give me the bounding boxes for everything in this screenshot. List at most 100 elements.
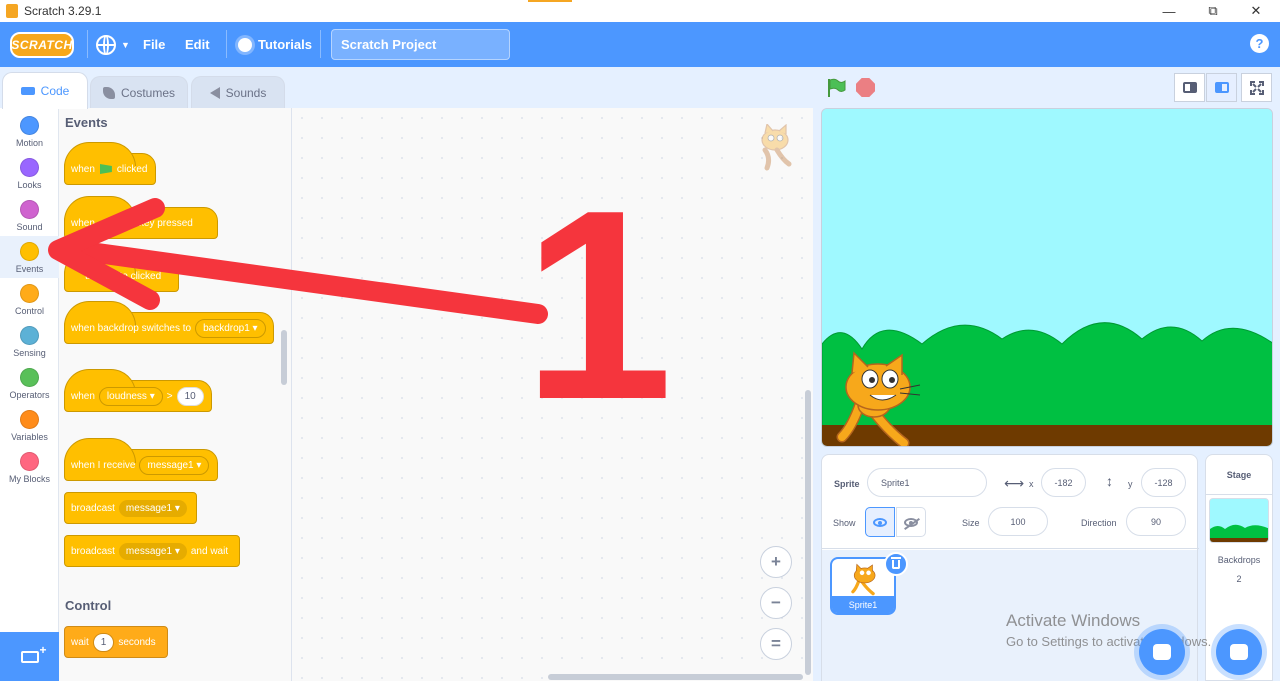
tab-sounds[interactable]: Sounds (191, 76, 285, 108)
blocks-palette: Events when clicked when key pressed thi… (59, 108, 292, 681)
message-dropdown[interactable]: message1 ▾ (118, 542, 187, 560)
palette-scrollbar[interactable] (281, 330, 287, 385)
when-backdrop-switches-block[interactable]: when backdrop switches to backdrop1 ▾ (64, 301, 274, 344)
stage-canvas[interactable] (821, 108, 1273, 447)
help-button[interactable]: ? (1250, 34, 1269, 53)
category-label: My Blocks (8, 474, 50, 484)
sprite-tile[interactable]: Sprite1 (830, 552, 908, 615)
operators-dot-icon (20, 368, 39, 387)
close-button[interactable]: ✕ (1236, 0, 1276, 22)
chevron-down-icon: ▼ (121, 39, 130, 50)
restore-button[interactable]: ⧉ (1193, 0, 1233, 22)
block-text: and wait (190, 545, 229, 557)
loudness-dropdown[interactable]: loudness ▾ (98, 386, 163, 406)
tab-costumes[interactable]: Costumes (90, 76, 188, 108)
green-flag-button[interactable] (826, 78, 846, 98)
loading-indicator (528, 0, 572, 2)
minimize-button[interactable]: — (1149, 0, 1189, 22)
category-label: Operators (9, 390, 50, 400)
stop-button[interactable] (856, 78, 875, 97)
block-text: clicked (116, 163, 148, 175)
sprite-tile-name: Sprite1 (832, 596, 894, 613)
brush-icon (102, 86, 115, 99)
sensing-dot-icon (20, 326, 39, 345)
when-flag-clicked-block[interactable]: when clicked (64, 142, 156, 185)
block-text: wait (71, 636, 89, 648)
small-stage-button[interactable] (1174, 73, 1205, 102)
project-title-input[interactable]: Scratch Project (331, 29, 510, 60)
when-i-receive-block[interactable]: when I receive message1 ▾ (64, 438, 218, 481)
broadcast-block[interactable]: broadcast message1 ▾ (64, 492, 197, 524)
message-dropdown[interactable]: message1 ▾ (139, 455, 210, 475)
file-menu[interactable]: File (143, 22, 165, 67)
category-motion[interactable]: Motion (0, 110, 59, 152)
wait-value-input[interactable]: 1 (92, 632, 115, 652)
fullscreen-icon (1249, 80, 1264, 95)
block-text: broadcast (71, 502, 115, 514)
backdrops-count: 2 (1236, 574, 1242, 584)
backdrop-dropdown[interactable]: backdrop1 ▾ (195, 318, 266, 338)
control-heading: Control (65, 598, 112, 613)
menu-divider (226, 30, 227, 58)
zoom-in-button[interactable]: + (760, 546, 792, 578)
edit-menu[interactable]: Edit (185, 22, 210, 67)
block-text: when (71, 217, 95, 229)
loudness-value-input[interactable]: 10 (176, 386, 204, 406)
direction-input[interactable]: 90 (1126, 507, 1186, 536)
workspace-vertical-scrollbar[interactable] (805, 390, 811, 675)
tutorials-button[interactable]: Tutorials (238, 22, 312, 67)
add-extension-button[interactable] (0, 632, 59, 681)
category-label: Sensing (13, 348, 46, 358)
category-control[interactable]: Control (0, 278, 59, 320)
sprite-name-label: Sprite (834, 479, 860, 489)
zoom-reset-button[interactable]: = (760, 628, 792, 660)
image-add-icon (1230, 644, 1248, 660)
choose-sprite-button[interactable] (1139, 629, 1185, 675)
size-input[interactable]: 100 (988, 507, 1048, 536)
menu-bar: SCRATCH ▼ File Edit Tutorials Scratch Pr… (0, 22, 1280, 67)
globe-icon (96, 34, 116, 55)
category-looks[interactable]: Looks (0, 152, 59, 194)
workspace-horizontal-scrollbar[interactable] (548, 674, 803, 680)
small-stage-icon (1182, 82, 1197, 93)
when-loudness-block[interactable]: when loudness ▾ > 10 (64, 369, 212, 412)
tab-code[interactable]: Code (2, 72, 88, 109)
category-sensing[interactable]: Sensing (0, 320, 59, 362)
script-workspace[interactable] (292, 108, 813, 681)
window-title: Scratch 3.29.1 (24, 4, 102, 18)
category-events[interactable]: Events (0, 236, 59, 278)
normal-stage-button[interactable] (1206, 73, 1237, 102)
sound-dot-icon (20, 200, 39, 219)
choose-backdrop-button[interactable] (1216, 629, 1262, 675)
when-key-pressed-block[interactable]: when key pressed (64, 196, 218, 239)
scratch-logo[interactable]: SCRATCH (10, 32, 74, 58)
size-label: Size (962, 518, 980, 528)
message-dropdown[interactable]: message1 ▾ (118, 499, 187, 517)
sprite-name-input[interactable]: Sprite1 (867, 468, 987, 497)
category-my-blocks[interactable]: My Blocks (0, 446, 59, 488)
category-label: Control (14, 306, 44, 316)
block-text: seconds (118, 636, 156, 648)
delete-sprite-button[interactable] (884, 552, 908, 576)
block-text: broadcast (71, 545, 115, 557)
show-sprite-button[interactable] (865, 507, 895, 537)
category-operators[interactable]: Operators (0, 362, 59, 404)
fullscreen-button[interactable] (1241, 73, 1272, 102)
zoom-out-button[interactable]: − (760, 587, 792, 619)
block-text: when (71, 390, 95, 402)
category-variables[interactable]: Variables (0, 404, 59, 446)
code-icon (20, 87, 35, 95)
scratch-cat-sprite[interactable] (830, 349, 922, 447)
when-this-sprite-clicked-block[interactable]: this sprite clicked (64, 249, 179, 292)
x-position-input[interactable]: -182 (1041, 468, 1086, 497)
wait-seconds-block[interactable]: wait 1 seconds (64, 626, 168, 658)
hide-sprite-button[interactable] (896, 507, 926, 537)
y-position-input[interactable]: -128 (1141, 468, 1186, 497)
category-sound[interactable]: Sound (0, 194, 59, 236)
language-menu[interactable]: ▼ (96, 22, 130, 67)
category-menu: Motion Looks Sound Events Control Sensin… (0, 108, 59, 681)
activate-windows-title: Activate Windows (1006, 611, 1141, 630)
category-label: Looks (17, 180, 42, 190)
category-label: Sound (16, 222, 43, 232)
broadcast-and-wait-block[interactable]: broadcast message1 ▾ and wait (64, 535, 240, 567)
